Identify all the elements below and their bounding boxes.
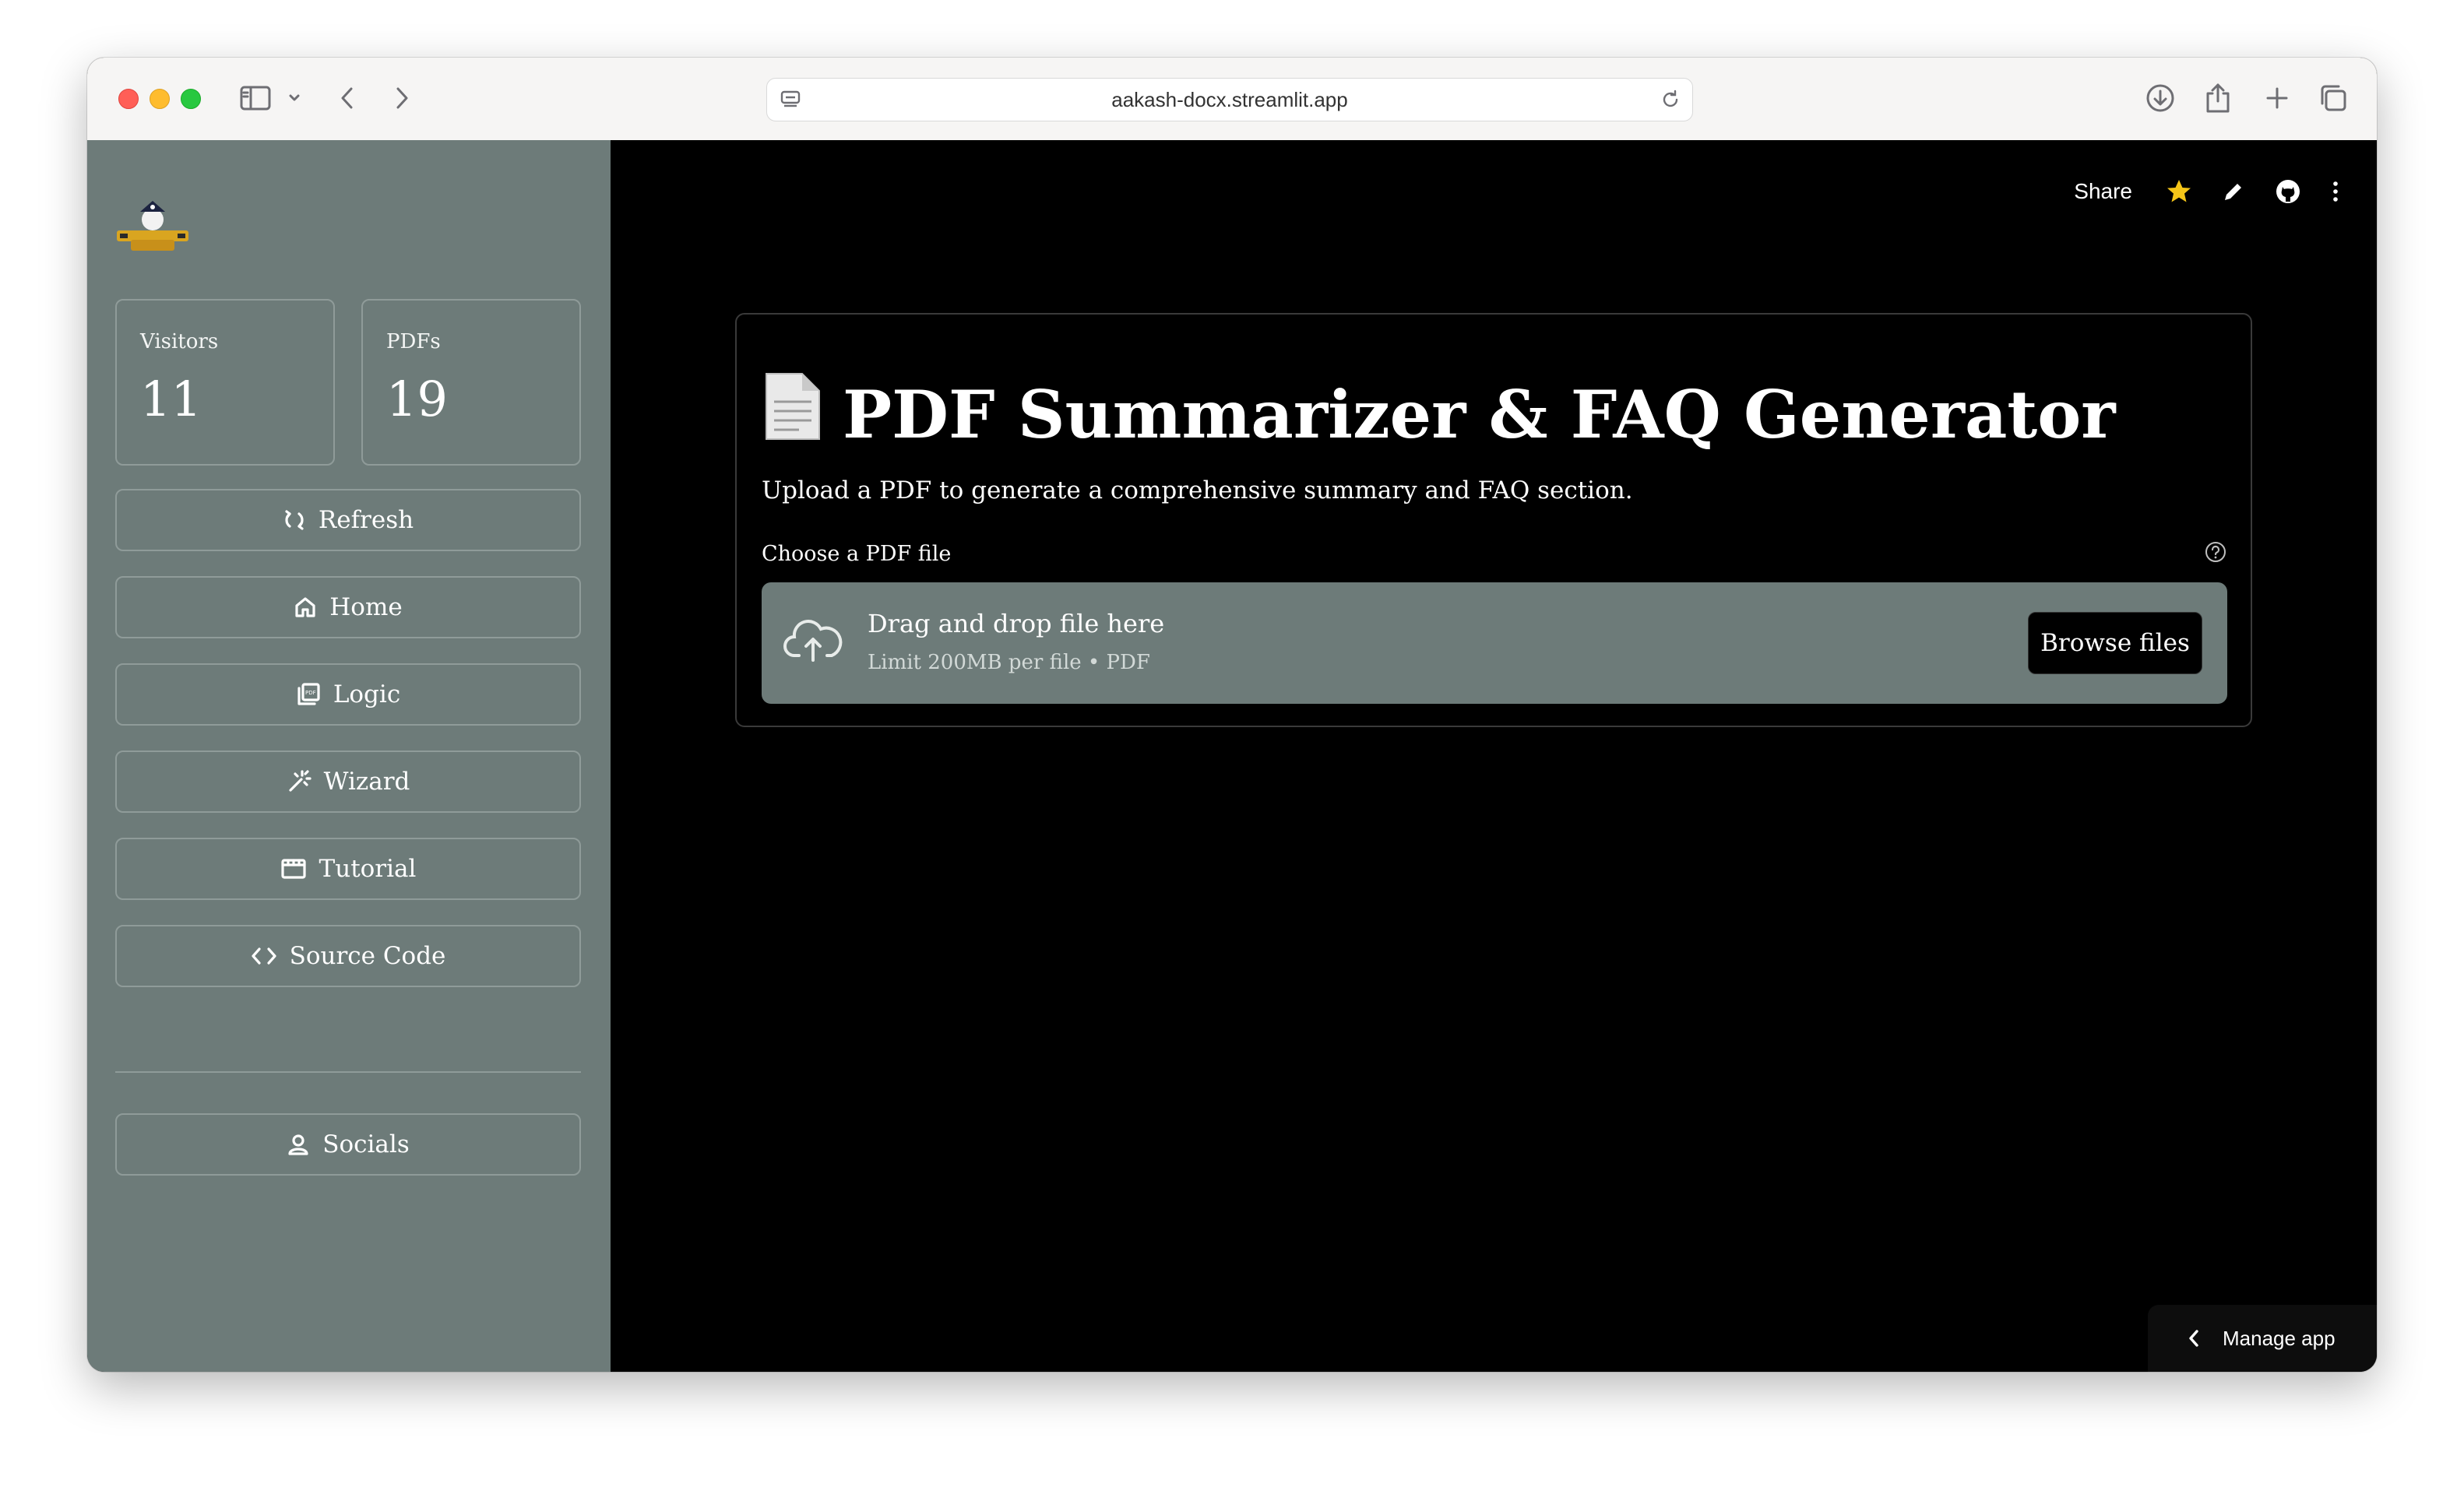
wand-icon — [289, 770, 312, 792]
home-button[interactable]: Home — [115, 576, 581, 638]
refresh-button[interactable]: Refresh — [115, 489, 581, 551]
metric-value: 11 — [140, 371, 202, 427]
tutorial-label: Tutorial — [319, 855, 417, 883]
wizard-button[interactable]: Wizard — [115, 751, 581, 813]
page-subtitle: Upload a PDF to generate a comprehensive… — [762, 476, 1633, 504]
cloud-upload-icon — [783, 617, 843, 670]
tab-overview-icon[interactable] — [2316, 81, 2350, 115]
socials-label: Socials — [322, 1130, 410, 1158]
file-dropzone[interactable]: Drag and drop file here Limit 200MB per … — [762, 582, 2227, 704]
tutorial-button[interactable]: Tutorial — [115, 838, 581, 900]
app-logo — [114, 195, 192, 257]
help-icon[interactable] — [2204, 540, 2227, 567]
browser-toolbar: aakash-docx.streamlit.app — [87, 58, 2377, 141]
home-icon — [295, 597, 315, 617]
page-title-text: PDF Summarizer & FAQ Generator — [843, 375, 2116, 453]
page-title: PDF Summarizer & FAQ Generator — [762, 371, 2115, 458]
manage-app-label: Manage app — [2223, 1326, 2336, 1350]
sidebar: Visitors 11 PDFs 19 Refresh Home PDF Log… — [87, 140, 611, 1372]
user-icon — [288, 1134, 308, 1155]
wizard-label: Wizard — [323, 768, 410, 796]
app-header: Share — [2074, 174, 2341, 209]
video-icon — [280, 859, 306, 879]
metric-visitors: Visitors 11 — [115, 299, 335, 466]
downloads-icon[interactable] — [2143, 81, 2177, 115]
more-options-icon[interactable] — [2330, 179, 2341, 204]
forward-icon[interactable] — [389, 81, 414, 115]
close-window-button[interactable] — [118, 89, 139, 109]
browser-window: aakash-docx.streamlit.app Visitors 11 PD… — [87, 58, 2377, 1372]
dropzone-limit: Limit 200MB per file • PDF — [868, 651, 1150, 674]
sidebar-toggle-icon[interactable] — [237, 81, 274, 115]
edit-icon[interactable] — [2221, 179, 2246, 204]
document-icon — [762, 371, 824, 458]
dropzone-instructions: Drag and drop file here — [868, 609, 1165, 638]
metric-label: PDFs — [386, 330, 441, 353]
metric-label: Visitors — [140, 330, 219, 353]
maximize-window-button[interactable] — [181, 89, 201, 109]
chevron-down-icon[interactable] — [283, 81, 305, 115]
manage-app-button[interactable]: Manage app — [2148, 1305, 2377, 1372]
back-icon[interactable] — [335, 81, 360, 115]
browse-files-button[interactable]: Browse files — [2028, 612, 2202, 674]
reload-icon[interactable] — [1660, 89, 1681, 114]
metric-pdfs: PDFs 19 — [361, 299, 581, 466]
logic-button[interactable]: PDF Logic — [115, 663, 581, 726]
refresh-label: Refresh — [318, 506, 414, 534]
summarizer-card: PDF Summarizer & FAQ Generator Upload a … — [735, 313, 2252, 727]
source-code-button[interactable]: Source Code — [115, 925, 581, 987]
new-tab-icon[interactable] — [2260, 81, 2294, 115]
share-page-icon[interactable] — [2201, 81, 2235, 115]
star-icon[interactable] — [2165, 178, 2193, 206]
main-content: Share PDF Summarizer & FAQ Generator Upl… — [611, 140, 2377, 1372]
socials-button[interactable]: Socials — [115, 1113, 581, 1176]
chevron-left-icon — [2189, 1330, 2198, 1347]
github-icon[interactable] — [2274, 178, 2302, 206]
uploader-label: Choose a PDF file — [762, 542, 952, 566]
logic-label: Logic — [333, 680, 401, 708]
code-icon — [251, 947, 276, 965]
home-label: Home — [329, 593, 403, 621]
share-button[interactable]: Share — [2074, 179, 2132, 204]
pdf-icon: PDF — [297, 683, 320, 705]
svg-text:PDF: PDF — [305, 690, 316, 696]
address-bar[interactable]: aakash-docx.streamlit.app — [766, 78, 1693, 121]
minimize-window-button[interactable] — [150, 89, 170, 109]
url-text[interactable]: aakash-docx.streamlit.app — [767, 79, 1692, 121]
refresh-icon — [285, 510, 304, 530]
source-code-label: Source Code — [289, 942, 446, 970]
sidebar-divider — [115, 1071, 581, 1073]
metric-value: 19 — [386, 371, 448, 427]
